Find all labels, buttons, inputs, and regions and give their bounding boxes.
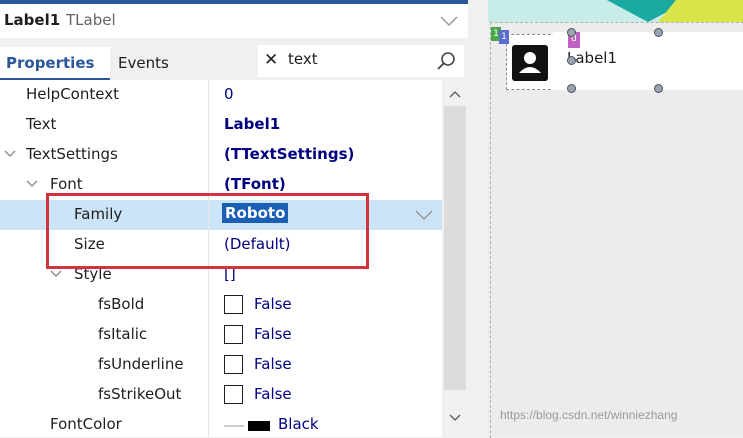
search-input[interactable]: text [288, 50, 318, 68]
form-designer: 1 1 Label1 d [488, 0, 743, 438]
resize-handle[interactable] [567, 28, 576, 37]
designer-banner-graphic [488, 0, 743, 22]
component-tag: 1 [499, 30, 509, 44]
contact-card-icon [512, 45, 548, 81]
collapse-chevron-icon[interactable] [26, 179, 38, 189]
property-value: False [254, 325, 292, 343]
object-name: Label1 [4, 11, 61, 29]
resize-handle[interactable] [567, 56, 576, 65]
property-row-fsunderline[interactable]: fsUnderline False [0, 350, 442, 380]
property-name: FontColor [50, 415, 122, 433]
property-row-helpcontext[interactable]: HelpContext 0 [0, 80, 442, 110]
property-name: Font [50, 175, 83, 193]
fsunderline-checkbox[interactable] [224, 355, 243, 374]
property-name: fsUnderline [98, 355, 184, 373]
property-value: False [254, 385, 292, 403]
resize-handle[interactable] [567, 84, 576, 93]
scrollbar-thumb[interactable] [444, 106, 466, 390]
dropdown-chevron-icon[interactable] [414, 209, 434, 221]
property-value[interactable]: 0 [224, 85, 234, 103]
property-value[interactable]: Label1 [224, 115, 280, 133]
color-swatch-icon[interactable] [224, 421, 270, 431]
property-value[interactable]: Black [278, 415, 319, 433]
image-component[interactable] [506, 34, 556, 90]
property-value: False [254, 355, 292, 373]
fsstrikeout-checkbox[interactable] [224, 385, 243, 404]
property-name: fsBold [98, 295, 145, 313]
highlight-annotation-box [46, 193, 369, 269]
property-value: False [254, 295, 292, 313]
chevron-down-icon[interactable] [438, 13, 460, 29]
fsitalic-checkbox[interactable] [224, 325, 243, 344]
property-name: HelpContext [26, 85, 119, 103]
collapse-chevron-icon[interactable] [50, 269, 62, 279]
tab-properties[interactable]: Properties [0, 47, 110, 80]
search-box[interactable]: ✕ text [258, 45, 464, 77]
scroll-up-icon[interactable] [449, 90, 461, 98]
panel-splitter[interactable] [468, 0, 488, 437]
scroll-down-icon[interactable] [449, 414, 461, 422]
clear-search-icon[interactable]: ✕ [264, 50, 278, 70]
property-name: fsStrikeOut [98, 385, 182, 403]
watermark-text: https://blog.csdn.net/winniezhang [500, 408, 678, 422]
property-name: Text [26, 115, 57, 133]
property-row-textsettings[interactable]: TextSettings (TTextSettings) [0, 140, 442, 170]
collapse-chevron-icon[interactable] [4, 149, 16, 159]
fsbold-checkbox[interactable] [224, 295, 243, 314]
object-selector[interactable]: Label1 TLabel [0, 4, 468, 39]
property-row-fsitalic[interactable]: fsItalic False [0, 320, 442, 350]
resize-handle[interactable] [654, 28, 663, 37]
property-row-fsstrikeout[interactable]: fsStrikeOut False [0, 380, 442, 410]
property-name: fsItalic [98, 325, 148, 343]
object-type: TLabel [66, 11, 116, 29]
label-control[interactable]: Label1 [553, 32, 743, 90]
vertical-scrollbar[interactable] [442, 80, 468, 437]
property-value: (TFont) [224, 175, 286, 193]
property-value: (TTextSettings) [224, 145, 355, 163]
tab-events[interactable]: Events [112, 47, 175, 80]
property-name: TextSettings [26, 145, 118, 163]
property-row-fsbold[interactable]: fsBold False [0, 290, 442, 320]
property-row-text[interactable]: Text Label1 [0, 110, 442, 140]
property-row-fontcolor[interactable]: FontColor Black [0, 410, 442, 437]
search-icon[interactable] [436, 51, 456, 71]
resize-handle[interactable] [654, 84, 663, 93]
